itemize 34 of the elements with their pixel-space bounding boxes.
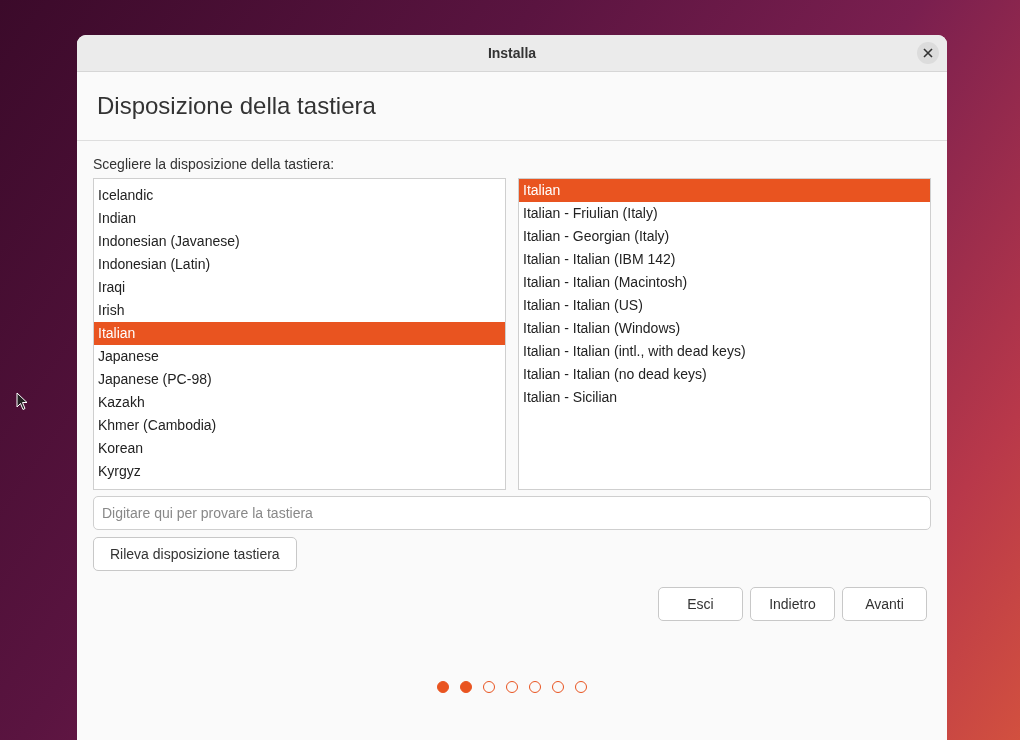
layout-item[interactable]: Irish (94, 299, 505, 322)
mouse-pointer-icon (16, 392, 28, 411)
detect-layout-button[interactable]: Rileva disposizione tastiera (93, 537, 297, 571)
page-title: Disposizione della tastiera (97, 92, 376, 120)
layout-item[interactable]: Indonesian (Latin) (94, 253, 505, 276)
layout-item[interactable]: Icelandic (94, 184, 505, 207)
layout-item[interactable]: Khmer (Cambodia) (94, 414, 505, 437)
layout-item[interactable]: Indian (94, 207, 505, 230)
variant-item[interactable]: Italian - Friulian (Italy) (519, 202, 930, 225)
layout-item[interactable]: Japanese (94, 345, 505, 368)
layout-item[interactable]: Korean (94, 437, 505, 460)
layout-item[interactable]: Indonesian (Javanese) (94, 230, 505, 253)
variant-item[interactable]: Italian - Sicilian (519, 386, 930, 409)
nav-button[interactable]: Avanti (842, 587, 927, 621)
variant-item[interactable]: Italian - Georgian (Italy) (519, 225, 930, 248)
variant-item[interactable]: Italian - Italian (intl., with dead keys) (519, 340, 930, 363)
nav-button[interactable]: Indietro (750, 587, 835, 621)
layout-item[interactable]: Italian (94, 322, 505, 345)
variant-item[interactable]: Italian - Italian (IBM 142) (519, 248, 930, 271)
variant-item[interactable]: Italian - Italian (no dead keys) (519, 363, 930, 386)
variant-item[interactable]: Italian - Italian (Windows) (519, 317, 930, 340)
nav-button[interactable]: Esci (658, 587, 743, 621)
layout-item[interactable]: Kazakh (94, 391, 505, 414)
layout-item[interactable]: Kyrgyz (94, 460, 505, 483)
variant-item[interactable]: Italian - Italian (Macintosh) (519, 271, 930, 294)
variant-item[interactable]: Italian (519, 179, 930, 202)
layout-item[interactable]: Japanese (PC-98) (94, 368, 505, 391)
keyboard-test-field[interactable]: Digitare qui per provare la tastiera (93, 496, 931, 530)
list-label: Scegliere la disposizione della tastiera: (93, 156, 336, 172)
close-icon (923, 48, 933, 58)
window-title: Installa (487, 45, 537, 61)
layout-item[interactable]: Iraqi (94, 276, 505, 299)
variant-item[interactable]: Italian - Italian (US) (519, 294, 930, 317)
close-button[interactable] (917, 42, 939, 64)
